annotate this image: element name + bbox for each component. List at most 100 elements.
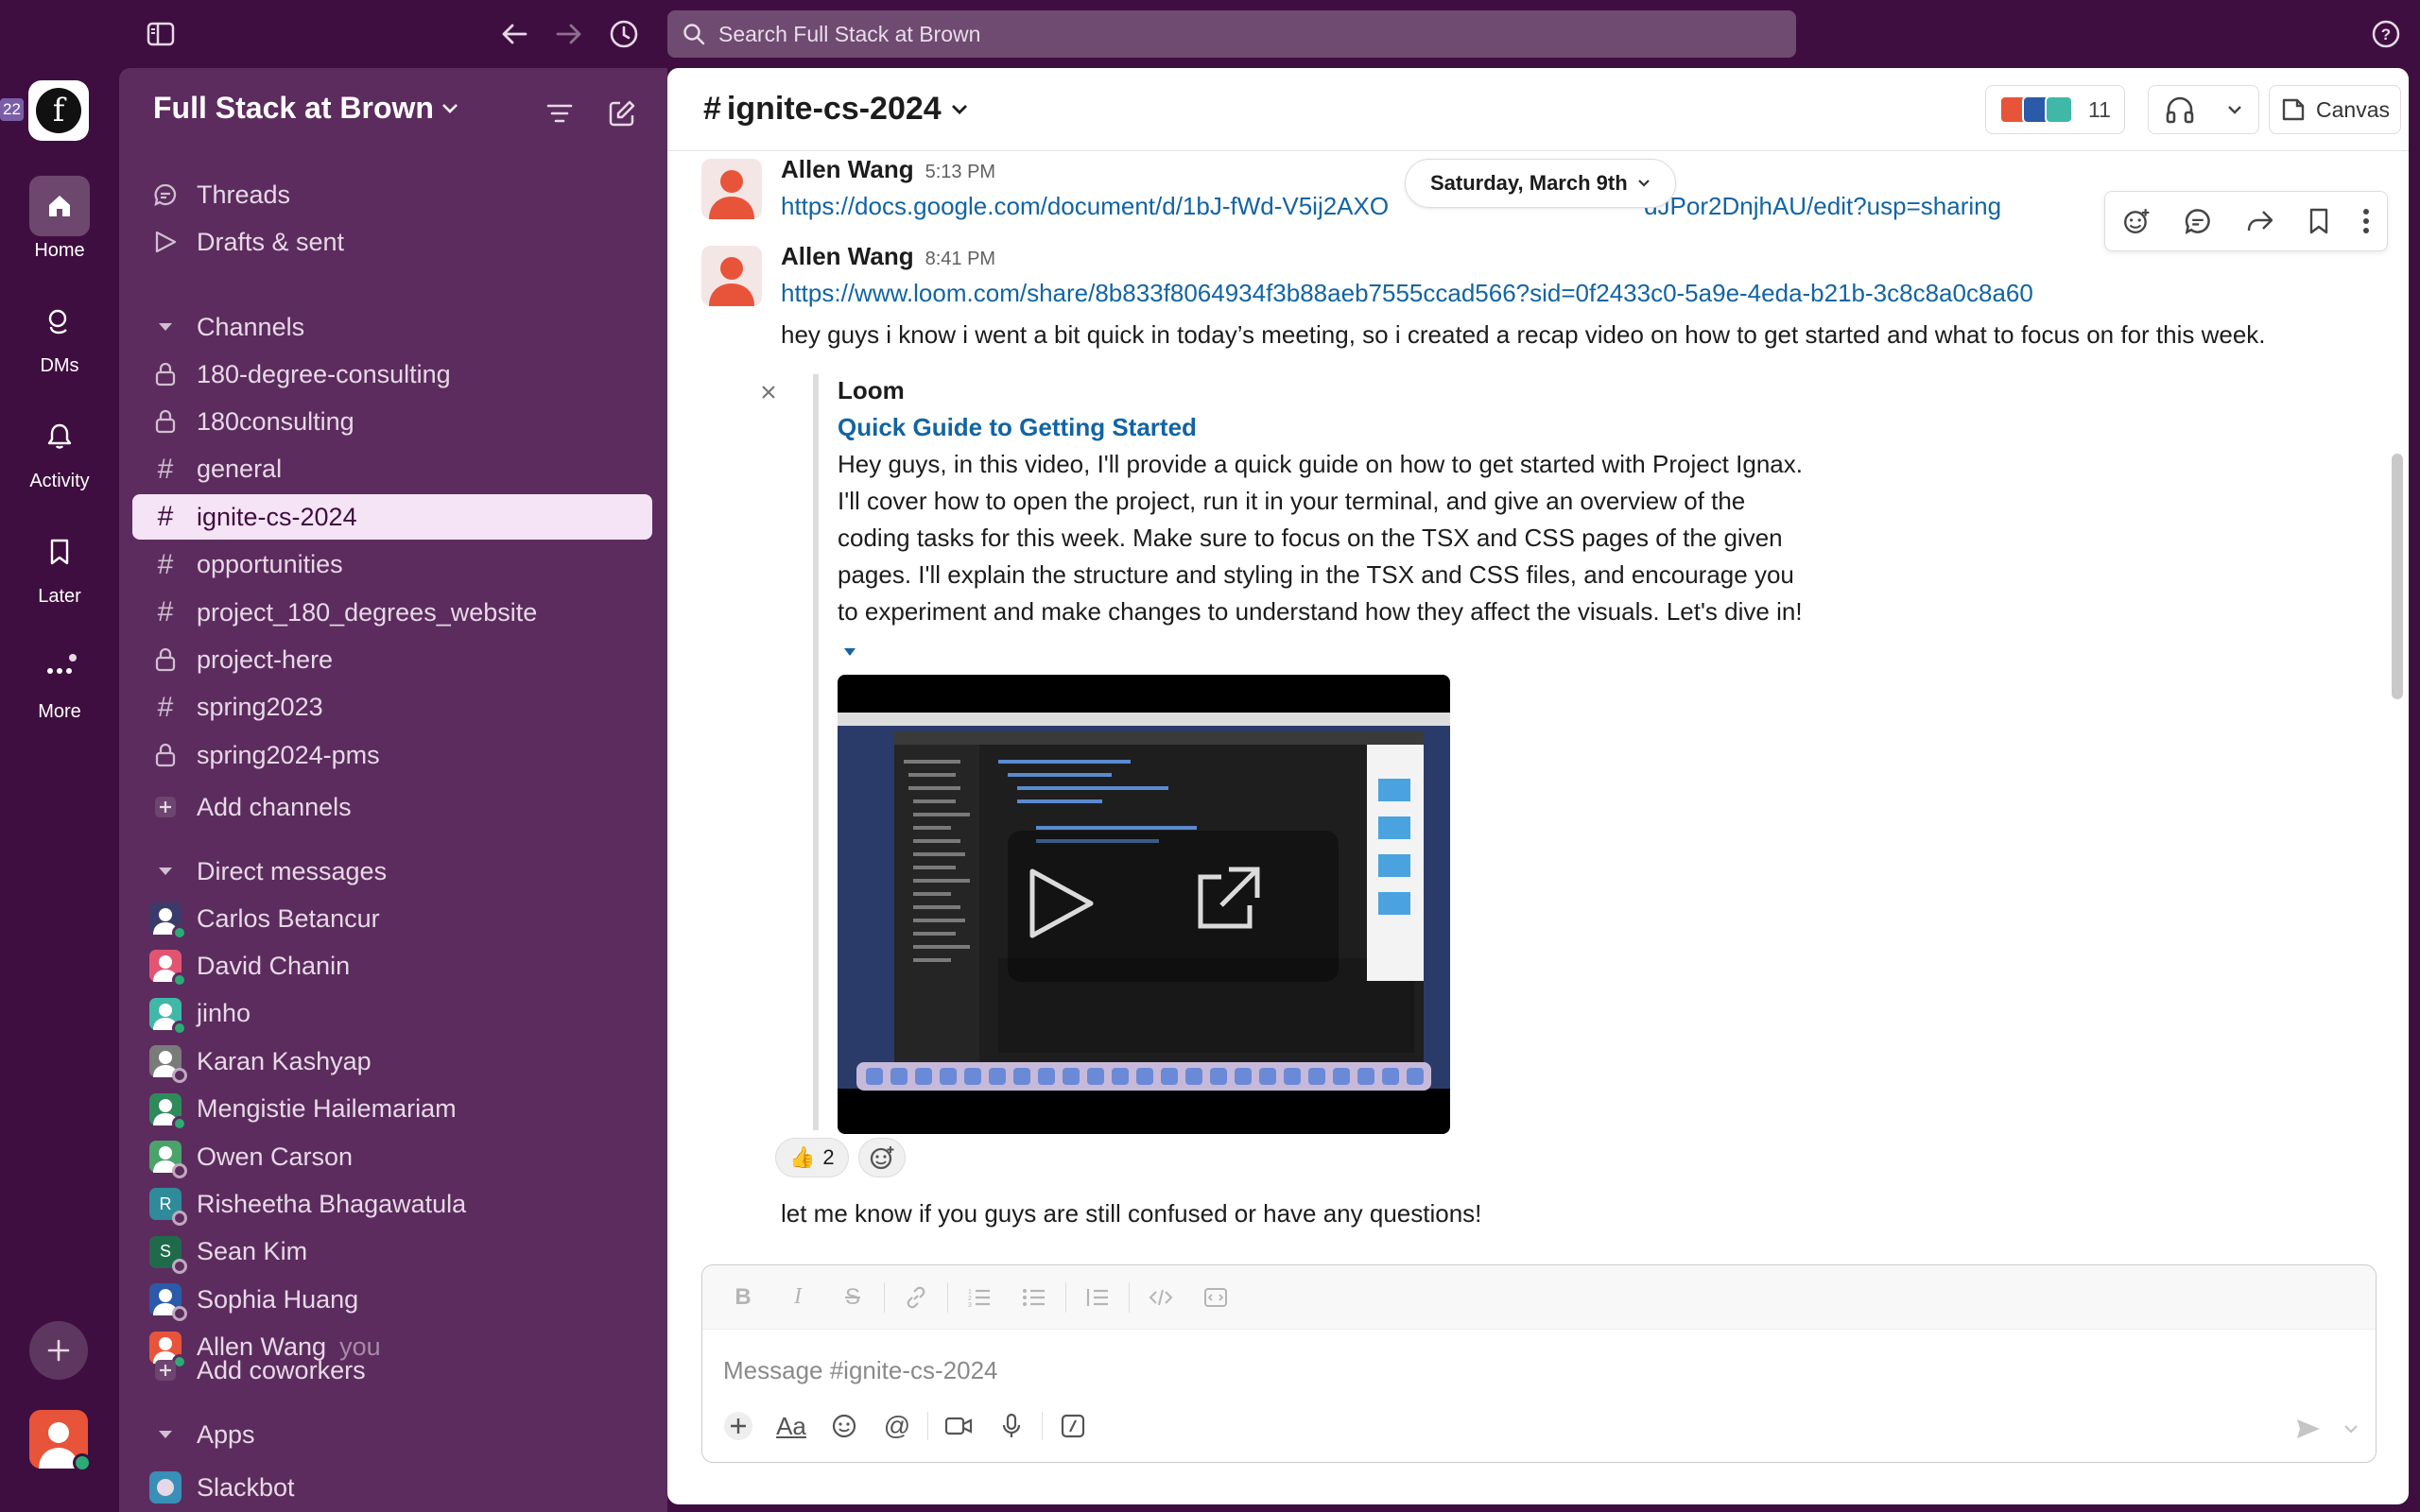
add-reaction-button[interactable] [857, 1138, 906, 1177]
send-icon[interactable] [2294, 1417, 2323, 1441]
slash-command-icon[interactable] [1046, 1405, 1099, 1447]
close-attachment-icon[interactable] [760, 384, 777, 401]
scrollbar[interactable] [2392, 454, 2403, 699]
ordered-list-icon[interactable]: 123 [952, 1279, 1007, 1316]
reply-thread-icon[interactable] [2184, 207, 2212, 235]
sidebar-item-dm[interactable]: jinho [132, 991, 652, 1037]
add-reaction-icon[interactable] [2122, 207, 2151, 235]
code-block-icon[interactable] [1188, 1279, 1243, 1316]
search-input[interactable]: Search Full Stack at Brown [667, 10, 1796, 58]
text-format-icon[interactable]: Aa [765, 1405, 818, 1447]
message-input[interactable]: Message #ignite-cs-2024 [723, 1356, 998, 1385]
channels-header-label: Channels [197, 312, 305, 341]
more-actions-icon[interactable] [2362, 207, 2370, 235]
add-workspace-button[interactable] [29, 1321, 88, 1380]
compose-icon[interactable] [603, 94, 641, 132]
sidebar-item-dm[interactable]: Carlos Betancur [132, 896, 652, 941]
back-arrow-icon[interactable] [495, 15, 533, 53]
sidebar-item-channel[interactable]: # ignite-cs-2024 [132, 494, 652, 541]
sidebar-item-dm[interactable]: Owen Carson [132, 1134, 652, 1179]
sidebar-item-dm[interactable]: David Chanin [132, 943, 652, 988]
rail-more[interactable]: More [0, 637, 119, 723]
message-link[interactable]: https://www.loom.com/share/8b833f8064934… [781, 279, 2033, 307]
play-icon[interactable] [1025, 866, 1097, 941]
apps-header-label: Apps [197, 1419, 255, 1449]
dm-section-header[interactable]: Direct messages [132, 849, 652, 894]
link-icon[interactable] [889, 1279, 943, 1316]
sidebar-toggle-icon[interactable] [142, 15, 180, 53]
rail-activity[interactable]: Activity [0, 406, 119, 492]
avatar [144, 902, 187, 940]
bookmark-icon[interactable] [2308, 207, 2329, 235]
author-name[interactable]: Allen Wang [781, 242, 914, 270]
strikethrough-icon[interactable]: S [825, 1279, 880, 1316]
rail-more-label: More [38, 701, 81, 722]
unfurl-title[interactable]: Quick Guide to Getting Started [838, 413, 1758, 442]
rail-dms[interactable]: DMs [0, 291, 119, 377]
open-external-icon[interactable] [1187, 864, 1263, 939]
sidebar-item-channel[interactable]: 180consulting [132, 399, 652, 444]
author-avatar[interactable] [701, 159, 762, 219]
sidebar-item-channel[interactable]: # project_180_degrees_website [132, 590, 652, 635]
workspace-switcher[interactable]: f [28, 80, 89, 141]
message-link-tail[interactable]: dJPor2DnjhAU/edit?usp=sharing [1644, 192, 2001, 220]
video-clip-icon[interactable] [932, 1405, 985, 1447]
timestamp[interactable]: 5:13 PM [925, 162, 995, 182]
help-icon[interactable]: ? [2367, 15, 2405, 53]
apps-section-header[interactable]: Apps [132, 1412, 652, 1457]
sidebar-item-dm[interactable]: Sophia Huang [132, 1277, 652, 1322]
bullet-list-icon[interactable] [1007, 1279, 1062, 1316]
rail-home[interactable]: Home [0, 176, 119, 262]
huddle-button[interactable] [2148, 85, 2259, 134]
sidebar-item-dm[interactable]: S Sean Kim [132, 1229, 652, 1275]
bold-icon[interactable]: B [716, 1279, 770, 1316]
italic-icon[interactable]: I [770, 1279, 825, 1316]
add-coworkers-button[interactable]: Add coworkers [132, 1348, 652, 1393]
sidebar-item-channel[interactable]: 180-degree-consulting [132, 352, 652, 397]
video-preview[interactable] [838, 675, 1450, 1134]
message-link[interactable]: https://docs.google.com/document/d/1bJ-f… [781, 192, 1389, 220]
author-name[interactable]: Allen Wang [781, 155, 914, 183]
sidebar-item-channel[interactable]: # opportunities [132, 542, 652, 588]
channel-title-button[interactable]: # ignite-cs-2024 [703, 91, 968, 128]
author-avatar[interactable] [701, 246, 762, 306]
sidebar-item-dm[interactable]: Mengistie Hailemariam [132, 1087, 652, 1132]
canvas-button[interactable]: Canvas [2269, 85, 2401, 134]
add-channels-button[interactable]: Add channels [132, 784, 652, 830]
sidebar-item-channel[interactable]: project-here [132, 637, 652, 682]
sidebar-item-channel[interactable]: # general [132, 447, 652, 492]
reaction-thumbs-up[interactable]: 👍 2 [775, 1138, 849, 1177]
timestamp[interactable]: 8:41 PM [925, 249, 995, 269]
rail-later[interactable]: Later [0, 522, 119, 608]
attach-plus-icon[interactable] [712, 1405, 765, 1447]
sidebar-item-channel[interactable]: # spring2023 [132, 685, 652, 730]
send-options-chevron-icon[interactable] [2343, 1424, 2359, 1434]
sidebar-item-slackbot[interactable]: Slackbot [132, 1465, 652, 1510]
message[interactable]: Allen Wang 8:41 PM https://www.loom.com/s… [701, 242, 2384, 1234]
sidebar-item-drafts[interactable]: Drafts & sent [132, 219, 652, 265]
sidebar-item-channel[interactable]: spring2024-pms [132, 732, 652, 778]
expand-caret-icon[interactable] [843, 647, 856, 657]
sidebar-item-threads[interactable]: Threads [132, 172, 652, 217]
microphone-icon[interactable] [985, 1405, 1038, 1447]
sidebar-item-label: Threads [197, 180, 291, 209]
blockquote-icon[interactable] [1070, 1279, 1125, 1316]
avatar: R [144, 1188, 187, 1227]
dm-header-label: Direct messages [197, 856, 388, 885]
forward-icon[interactable] [2246, 208, 2274, 234]
code-icon[interactable] [1133, 1279, 1188, 1316]
filter-icon[interactable] [541, 94, 579, 132]
workspace-name-menu[interactable]: Full Stack at Brown [153, 91, 458, 126]
chevron-down-icon[interactable] [2227, 105, 2242, 114]
mention-icon[interactable]: @ [871, 1405, 924, 1447]
date-divider[interactable]: Saturday, March 9th [1405, 159, 1676, 208]
sidebar-item-dm[interactable]: R Risheetha Bhagawatula [132, 1181, 652, 1227]
message-text: let me know if you guys are still confus… [781, 1199, 1482, 1228]
channels-section-header[interactable]: Channels [132, 304, 652, 350]
members-button[interactable]: 11 [1985, 85, 2125, 134]
user-avatar[interactable] [29, 1410, 92, 1472]
emoji-icon[interactable] [818, 1405, 871, 1447]
forward-arrow-icon[interactable] [550, 15, 588, 53]
history-icon[interactable] [605, 15, 643, 53]
sidebar-item-dm[interactable]: Karan Kashyap [132, 1039, 652, 1084]
